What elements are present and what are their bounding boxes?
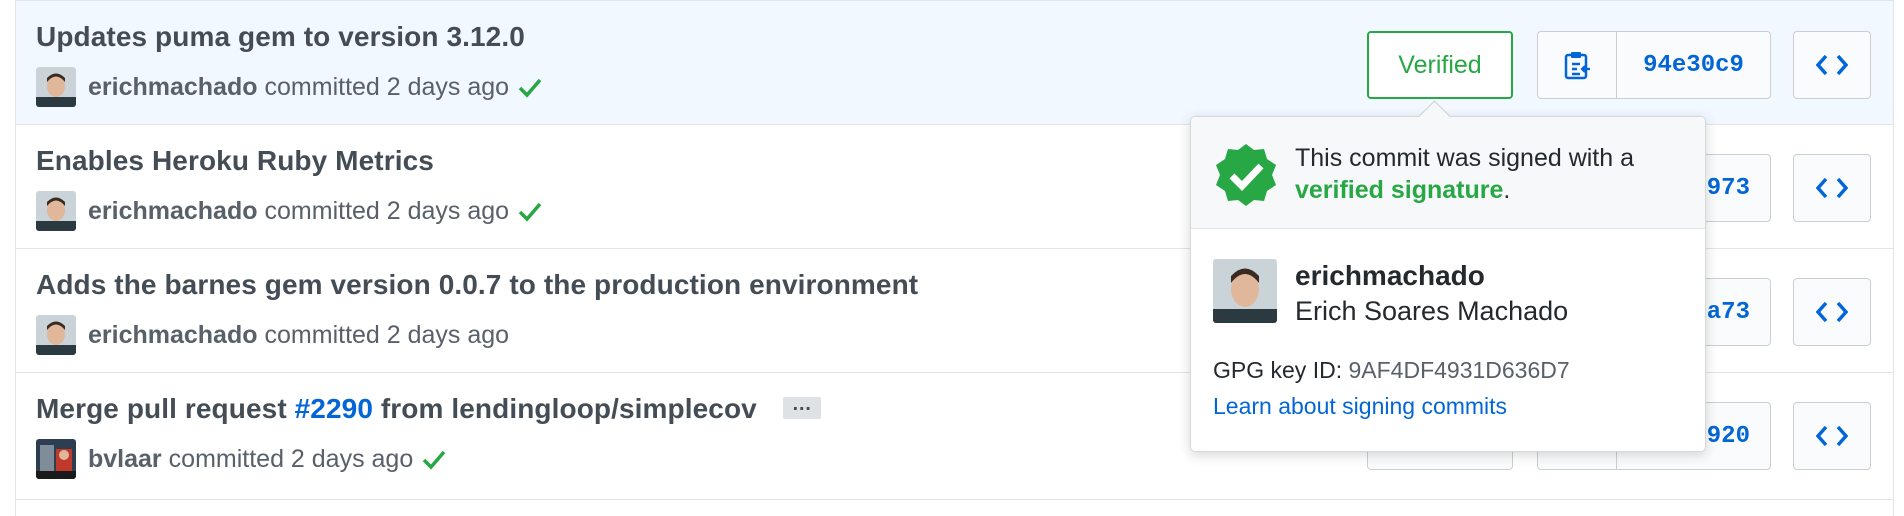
popover-message-prefix: This commit was signed with a	[1295, 144, 1635, 172]
commit-meta: erichmachado committed 2 days ago	[36, 191, 543, 231]
browse-code-button[interactable]	[1793, 278, 1871, 346]
check-icon[interactable]	[517, 75, 543, 99]
commit-time: committed 2 days ago	[168, 444, 414, 473]
commit-meta: erichmachado committed 2 days ago	[36, 315, 509, 355]
commit-author[interactable]: erichmachado	[88, 73, 258, 102]
gpg-key-id: 9AF4DF4931D636D7	[1348, 357, 1570, 383]
browse-code-button[interactable]	[1793, 154, 1871, 222]
commit-author[interactable]: erichmachado	[88, 321, 258, 350]
signer-avatar[interactable]	[1213, 259, 1277, 323]
avatar[interactable]	[36, 315, 76, 355]
pull-request-link[interactable]: #2290	[295, 393, 373, 424]
gpg-key-info: GPG key ID: 9AF4DF4931D636D7	[1213, 357, 1570, 384]
code-icon	[1816, 54, 1848, 76]
check-icon[interactable]	[421, 447, 447, 471]
commit-time: committed 2 days ago	[264, 320, 510, 349]
clipboard-icon	[1564, 52, 1590, 80]
commit-meta: erichmachado committed 2 days ago	[36, 67, 543, 107]
verified-badge-icon	[1216, 144, 1276, 206]
browse-code-button[interactable]	[1793, 402, 1871, 470]
popover-message-suffix: .	[1503, 176, 1511, 204]
commit-title[interactable]: Merge pull request #2290 from lendingloo…	[36, 393, 821, 425]
commit-meta: bvlaar committed 2 days ago	[36, 439, 447, 479]
code-icon	[1816, 425, 1848, 447]
learn-signing-link[interactable]: Learn about signing commits	[1213, 393, 1507, 420]
avatar[interactable]	[36, 439, 76, 479]
code-icon	[1816, 301, 1848, 323]
commit-title[interactable]: Enables Heroku Ruby Metrics	[36, 145, 434, 177]
commit-author[interactable]: erichmachado	[88, 197, 258, 226]
gpg-key-label: GPG key ID:	[1213, 357, 1343, 383]
signer-login[interactable]: erichmachado	[1295, 259, 1568, 293]
commit-title[interactable]: Updates puma gem to version 3.12.0	[36, 21, 525, 53]
avatar[interactable]	[36, 67, 76, 107]
avatar[interactable]	[36, 191, 76, 231]
popover-message: This commit was signed with a verified s…	[1295, 142, 1634, 206]
commit-author[interactable]: bvlaar	[88, 445, 162, 474]
code-icon	[1816, 177, 1848, 199]
copy-sha-button[interactable]	[1538, 32, 1617, 98]
commit-sha-link[interactable]: 94e30c9	[1617, 52, 1770, 79]
signature-popover: This commit was signed with a verified s…	[1190, 100, 1706, 452]
sha-button-group: 94e30c9	[1537, 31, 1771, 99]
commit-time: committed 2 days ago	[264, 72, 510, 101]
commit-time: committed 2 days ago	[264, 196, 510, 225]
signer-full-name: Erich Soares Machado	[1295, 296, 1569, 326]
commit-title-suffix: from lendingloop/simplecov	[373, 393, 757, 424]
signer-info: erichmachado Erich Soares Machado	[1213, 259, 1568, 329]
check-icon[interactable]	[517, 199, 543, 223]
commit-title[interactable]: Adds the barnes gem version 0.0.7 to the…	[36, 269, 918, 301]
signer-names: erichmachado Erich Soares Machado	[1295, 259, 1568, 329]
browse-code-button[interactable]	[1793, 31, 1871, 99]
commit-row: Updates puma gem to version 3.12.0 erich…	[16, 0, 1893, 124]
commit-title-prefix: Merge pull request	[36, 393, 295, 424]
expand-message-button[interactable]: …	[782, 394, 821, 419]
verified-signature-label: verified signature	[1295, 176, 1504, 204]
popover-header: This commit was signed with a verified s…	[1191, 117, 1705, 229]
verified-badge-button[interactable]: Verified	[1367, 31, 1513, 99]
